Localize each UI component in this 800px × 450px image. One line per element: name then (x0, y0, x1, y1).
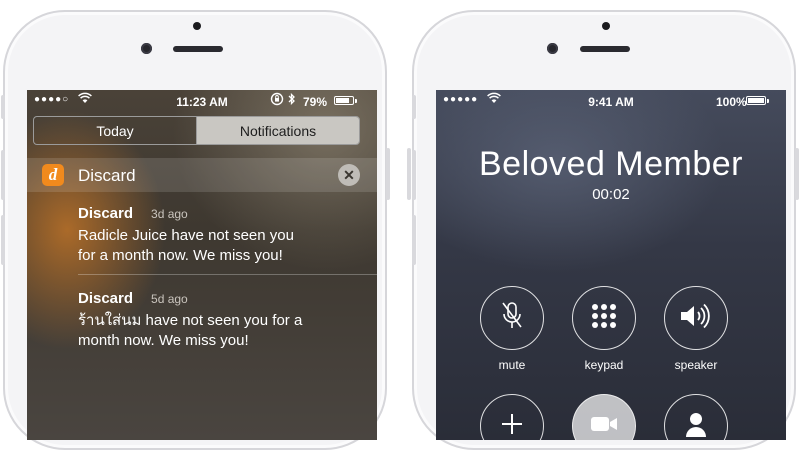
app-name: Discard (78, 166, 136, 185)
left-phone-volume-down (1, 215, 5, 265)
left-phone-volume-up (1, 150, 5, 200)
proximity-sensor (602, 22, 610, 30)
view-segmented-control: Today Notifications (33, 116, 360, 145)
proximity-sensor (193, 22, 201, 30)
speaker-label: speaker (674, 358, 718, 372)
tab-notifications[interactable]: Notifications (197, 117, 359, 144)
front-camera (141, 43, 152, 54)
app-group-header: d Discard ✕ (27, 158, 377, 192)
front-camera (547, 43, 558, 54)
tab-today[interactable]: Today (34, 117, 197, 144)
earpiece-speaker (580, 46, 630, 52)
status-bar: ●●●●● 9:41 AM 100% (436, 90, 786, 112)
battery-level (336, 98, 349, 103)
left-phone-side-button (1, 95, 5, 119)
contacts-icon (684, 411, 708, 441)
battery-percent: 100% (716, 95, 747, 109)
notification-time: 3d ago (151, 207, 188, 221)
battery-icon (334, 96, 357, 105)
bluetooth-icon (288, 92, 296, 108)
right-phone-volume-down (412, 215, 416, 265)
speaker-button[interactable] (664, 286, 728, 350)
notification-time: 5d ago (151, 292, 188, 306)
notification-body-line: ร้านใส่นม have not seen you for a (78, 312, 303, 329)
add-call-icon (502, 413, 522, 439)
rotation-lock-icon (270, 92, 284, 109)
right-phone-power-button (407, 148, 411, 200)
keypad-icon (591, 303, 617, 334)
call-screen: ●●●●● 9:41 AM 100% Beloved Member 00:02 … (436, 90, 786, 440)
notification-divider (78, 274, 377, 275)
notification-body-line: month now. We miss you! (78, 332, 249, 349)
notification-body-line: Radicle Juice have not seen you (78, 227, 294, 244)
caller-name: Beloved Member (478, 145, 743, 183)
notification-center-screen: ●●●●○ 11:23 AM 79% Today Notifications d… (27, 90, 377, 440)
contacts-button[interactable] (664, 394, 728, 440)
add-call-button[interactable] (480, 394, 544, 440)
right-phone-volume-up (412, 150, 416, 200)
clear-notifications-button[interactable]: ✕ (338, 164, 360, 186)
right-phone-right-button (795, 148, 799, 200)
mute-label: mute (498, 358, 526, 372)
battery-level (748, 98, 764, 103)
notification-title: Discard (78, 205, 134, 222)
notification-item[interactable]: Discard 5d ago ร้านใส่นม have not seen yo… (78, 290, 367, 351)
facetime-button[interactable] (572, 394, 636, 440)
battery-icon (746, 96, 769, 105)
status-bar: ●●●●○ 11:23 AM 79% (27, 90, 377, 112)
battery-percent: 79% (303, 95, 328, 109)
notification-title: Discard (78, 290, 134, 307)
facetime-icon (590, 415, 618, 438)
notification-item[interactable]: Discard 3d ago Radicle Juice have not see… (78, 205, 367, 266)
speaker-icon (679, 303, 713, 334)
left-phone-power-button (386, 148, 390, 200)
right-phone-side-button (412, 95, 416, 119)
notification-body-line: for a month now. We miss you! (78, 247, 283, 264)
call-duration: 00:02 (592, 186, 630, 203)
keypad-button[interactable] (572, 286, 636, 350)
discard-app-icon: d (42, 164, 64, 186)
keypad-label: keypad (584, 358, 624, 372)
mute-button[interactable] (480, 286, 544, 350)
microphone-muted-icon (500, 301, 524, 336)
earpiece-speaker (173, 46, 223, 52)
